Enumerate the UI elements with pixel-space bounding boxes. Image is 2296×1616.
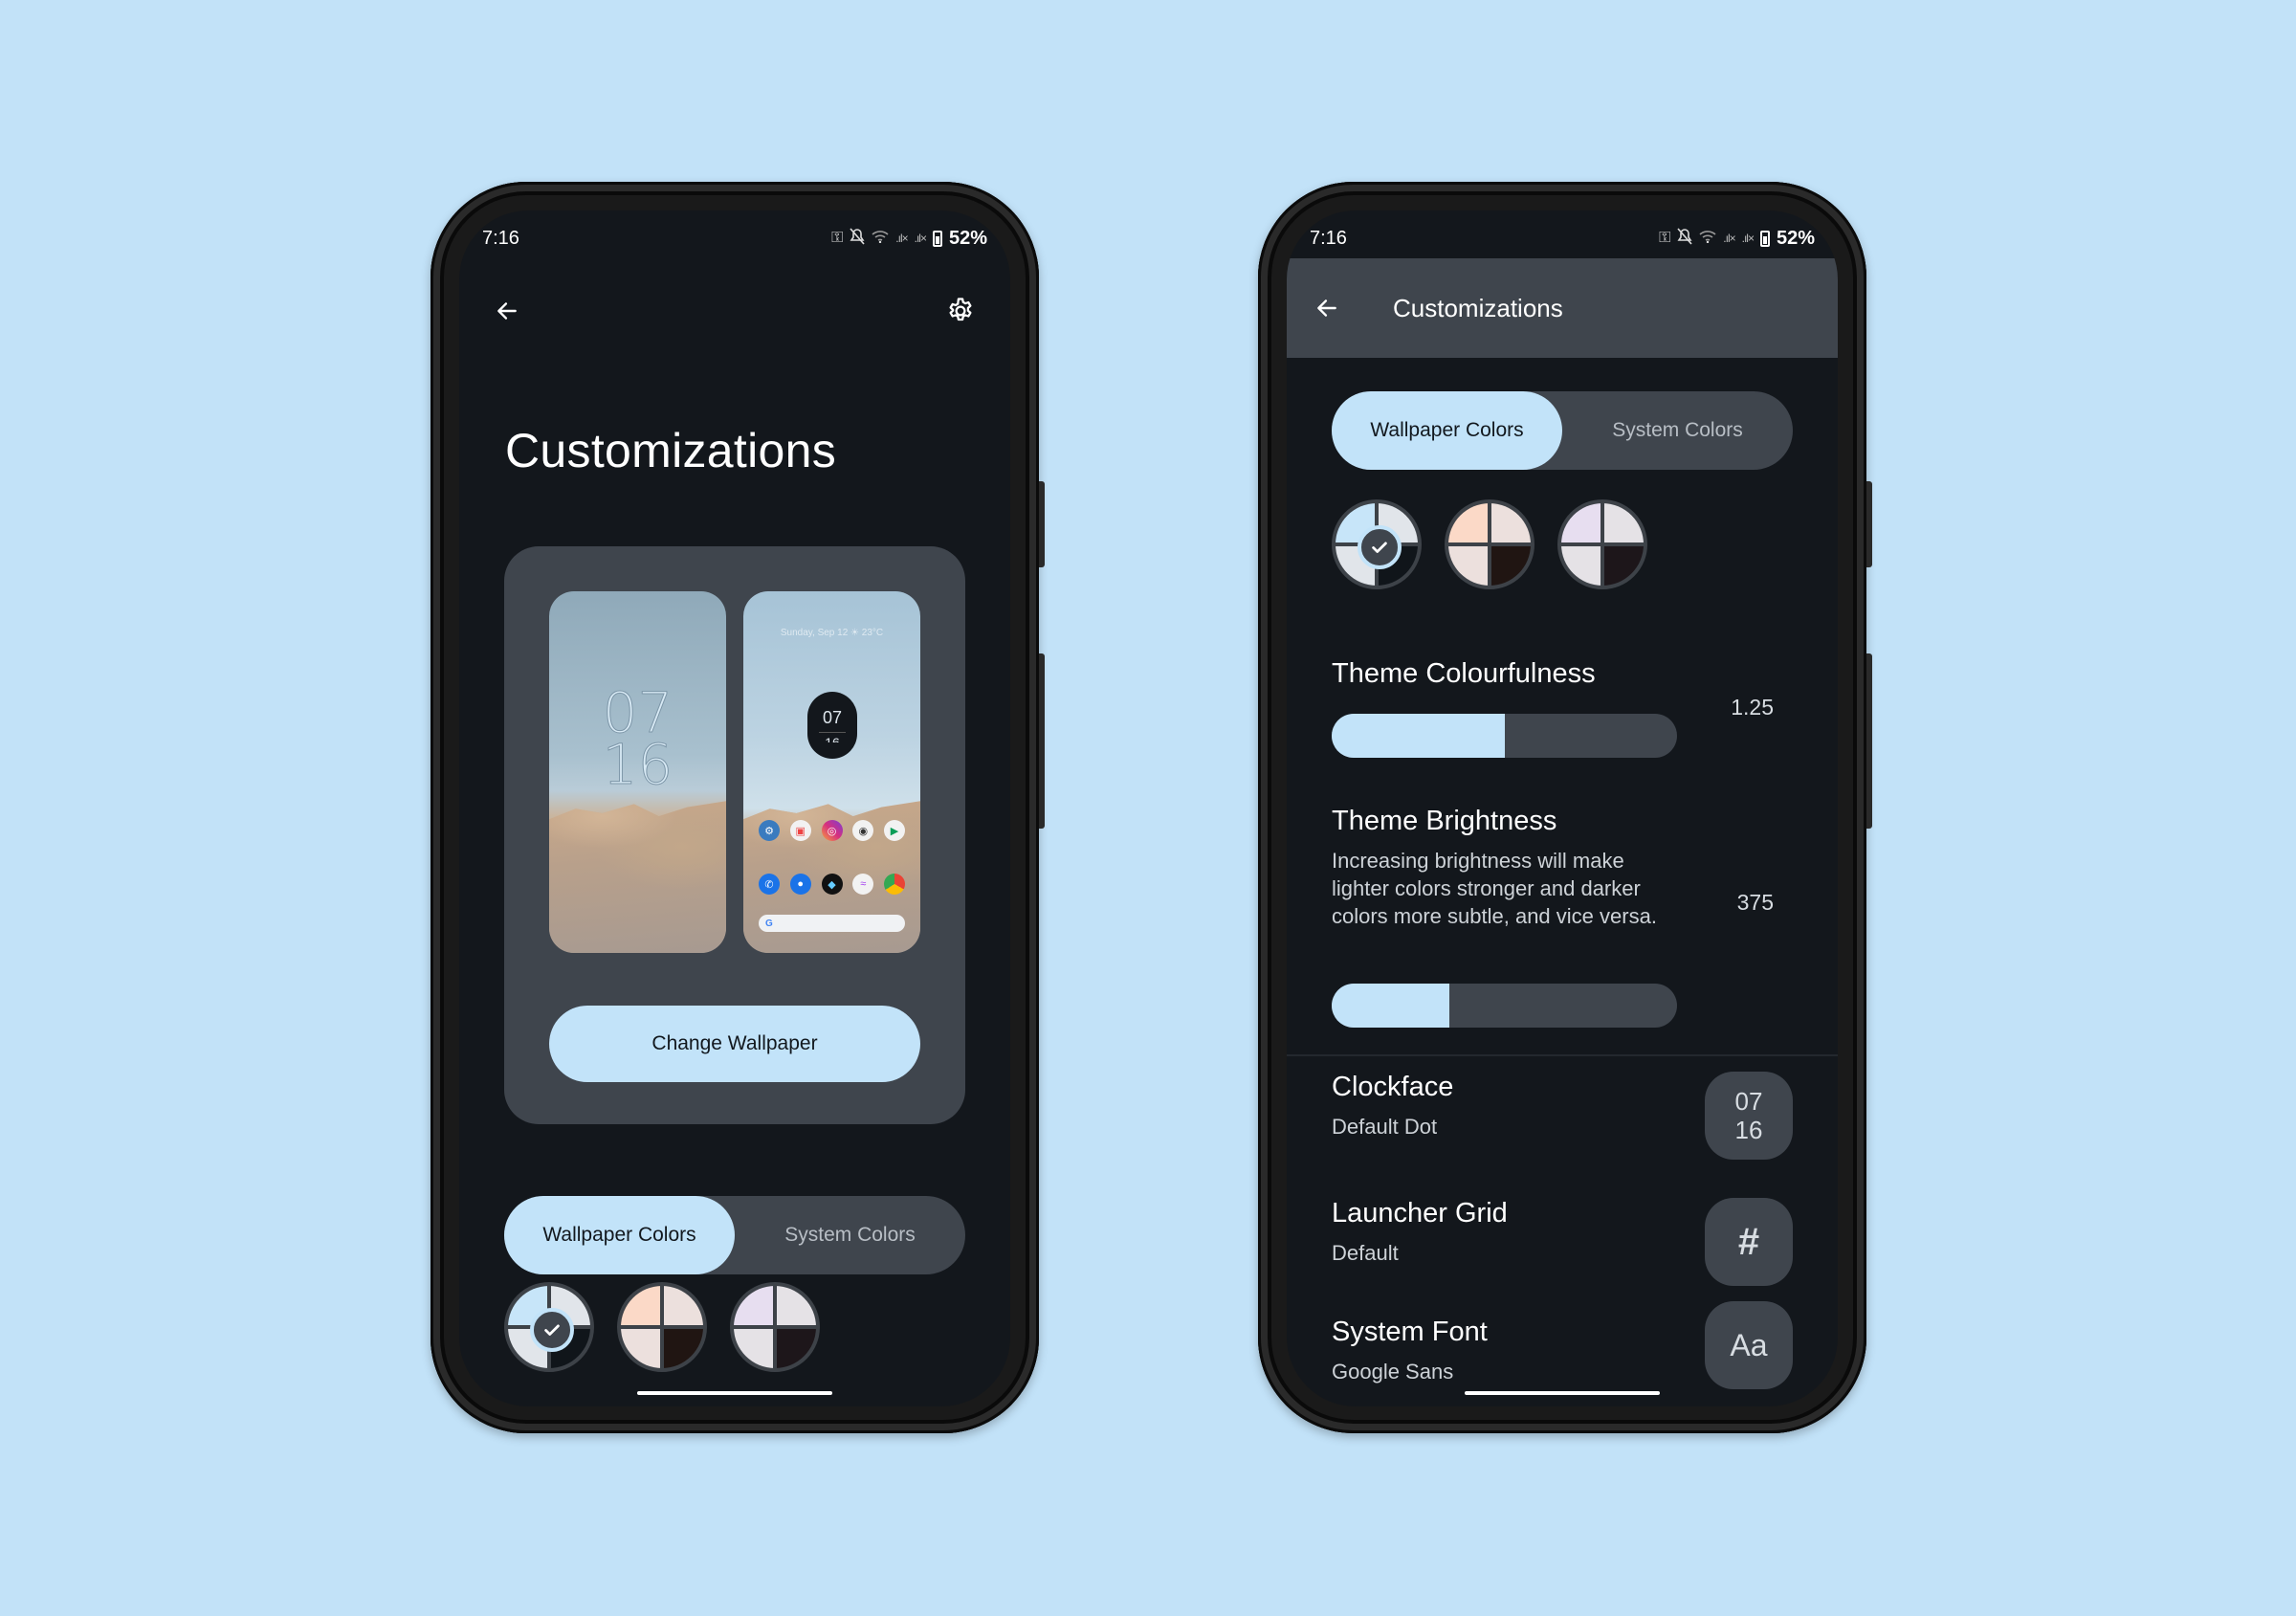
- play-store-app-icon: ▶: [884, 820, 905, 841]
- swatch-blue[interactable]: [504, 1282, 594, 1372]
- cat-app-icon: ◆: [821, 874, 843, 895]
- theme-colourfulness-title: Theme Colourfulness: [1332, 658, 1596, 689]
- swatch-lavender[interactable]: [1557, 499, 1647, 589]
- arrow-back-icon: [1317, 299, 1336, 317]
- theme-brightness-slider[interactable]: [1332, 984, 1677, 1028]
- slider-fill: [1332, 714, 1505, 758]
- signal-x-icon: .ıl×: [1741, 232, 1755, 245]
- gear-icon: [949, 298, 972, 321]
- volume-button: [1039, 653, 1045, 829]
- phone-right: 7:16 ⚿ .ıl× .ıl× 52% Customizations Wall…: [1258, 182, 1872, 1433]
- google-search-bar: G: [759, 915, 905, 932]
- theme-colourfulness-value: 1.25: [1731, 695, 1774, 719]
- app-row: ⚙ ▣ ◎ ◉ ▶: [759, 820, 905, 841]
- list-item-clockface[interactable]: Clockface Default Dot 07 16: [1332, 1072, 1793, 1167]
- list-item-launcher-grid[interactable]: Launcher Grid Default #: [1332, 1198, 1793, 1294]
- clockface-icon: 07 16: [1705, 1072, 1793, 1160]
- wifi-icon: [1699, 230, 1716, 247]
- signal-x-icon: .ıl×: [1723, 232, 1735, 245]
- status-bar: 7:16 ⚿ .ıl× .ıl× 52%: [1287, 210, 1838, 258]
- clockface-hour: 07: [1734, 1087, 1763, 1116]
- page-title: Customizations: [505, 424, 836, 477]
- camera-app-icon: ◉: [852, 820, 874, 841]
- back-button[interactable]: [484, 288, 530, 334]
- swatch-blue[interactable]: [1332, 499, 1422, 589]
- top-bar: [459, 282, 1010, 340]
- theme-brightness-title: Theme Brightness: [1332, 806, 1557, 836]
- theme-brightness-description: Increasing brightness will make lighter …: [1332, 849, 1657, 928]
- notifications-off-icon: [850, 228, 865, 249]
- wallpaper-preview-card: 07 16 Sunday, Sep 12 ☀ 23°C 07 16 ⚙ ▣ ◎ …: [504, 546, 965, 1124]
- divider: [1287, 1054, 1838, 1056]
- power-button: [1039, 481, 1045, 567]
- tab-system-colors[interactable]: System Colors: [735, 1196, 965, 1274]
- homescreen-clock-widget: 07 16: [807, 692, 857, 759]
- chrome-app-icon: [884, 874, 905, 895]
- instagram-app-icon: ◎: [821, 820, 843, 841]
- color-swatches: [504, 1282, 820, 1372]
- check-icon: [1358, 525, 1402, 569]
- signal-x-icon: .ıl×: [914, 232, 927, 245]
- change-wallpaper-button[interactable]: Change Wallpaper: [549, 1006, 920, 1082]
- dock-row: ✆ ● ◆ ≈: [759, 874, 905, 895]
- tab-system-colors[interactable]: System Colors: [1562, 391, 1793, 470]
- theme-colourfulness-setting: Theme Colourfulness 1.25: [1332, 658, 1793, 764]
- notifications-off-icon: [1677, 228, 1692, 249]
- battery-icon: [932, 230, 942, 247]
- arrow-back-icon: [497, 302, 517, 320]
- color-swatches: [1332, 499, 1647, 589]
- status-time: 7:16: [1310, 227, 1347, 249]
- status-time: 7:16: [482, 227, 519, 249]
- battery-icon: [1759, 230, 1770, 247]
- phone-app-icon: ✆: [759, 874, 780, 895]
- gallery-app-icon: ▣: [789, 820, 811, 841]
- theme-brightness-value: 375: [1736, 890, 1774, 915]
- contacts-app-icon: ●: [789, 874, 811, 895]
- wifi-icon: [872, 230, 889, 247]
- at-a-glance-date: Sunday, Sep 12 ☀ 23°C: [780, 628, 884, 638]
- swatch-peach[interactable]: [1445, 499, 1534, 589]
- grid-icon: #: [1705, 1198, 1793, 1286]
- power-button: [1866, 481, 1872, 567]
- font-icon: Aa: [1705, 1301, 1793, 1389]
- vpn-key-icon: ⚿: [1659, 230, 1671, 246]
- volume-button: [1866, 653, 1872, 829]
- battery-percent: 52%: [1776, 227, 1815, 249]
- app-bar-title: Customizations: [1393, 294, 1563, 322]
- screen-customizations-scrolled: 7:16 ⚿ .ıl× .ıl× 52% Customizations Wall…: [1287, 210, 1838, 1406]
- lockscreen-clock: 07 16: [602, 680, 673, 797]
- lockscreen-preview[interactable]: 07 16: [549, 591, 726, 953]
- slider-fill: [1332, 984, 1449, 1028]
- back-button[interactable]: [1304, 285, 1350, 331]
- homescreen-preview[interactable]: Sunday, Sep 12 ☀ 23°C 07 16 ⚙ ▣ ◎ ◉ ▶ ✆ …: [743, 591, 920, 953]
- app-bar: Customizations: [1287, 258, 1838, 358]
- vpn-key-icon: ⚿: [831, 230, 844, 246]
- phone-left: 7:16 ⚿ .ıl× .ıl× 52% Customizations 07 1…: [430, 182, 1045, 1433]
- theme-brightness-setting: Theme Brightness Increasing brightness w…: [1332, 806, 1793, 1054]
- tab-wallpaper-colors[interactable]: Wallpaper Colors: [504, 1196, 735, 1274]
- gesture-nav-bar[interactable]: [1465, 1391, 1660, 1395]
- screen-customizations-home: 7:16 ⚿ .ıl× .ıl× 52% Customizations 07 1…: [459, 210, 1010, 1406]
- status-bar: 7:16 ⚿ .ıl× .ıl× 52%: [459, 210, 1010, 258]
- settings-button[interactable]: [938, 288, 983, 334]
- battery-percent: 52%: [948, 227, 987, 249]
- check-icon: [530, 1308, 574, 1352]
- gesture-nav-bar[interactable]: [637, 1391, 832, 1395]
- wallpaper-image: [549, 801, 726, 953]
- clockface-minute: 16: [1734, 1116, 1763, 1144]
- color-source-toggle: Wallpaper Colors System Colors: [504, 1196, 965, 1274]
- settings-app-icon: ⚙: [759, 820, 780, 841]
- tab-wallpaper-colors[interactable]: Wallpaper Colors: [1332, 391, 1562, 470]
- theme-colourfulness-slider[interactable]: [1332, 714, 1677, 758]
- swatch-peach[interactable]: [617, 1282, 707, 1372]
- messenger-app-icon: ≈: [852, 874, 874, 895]
- color-source-toggle: Wallpaper Colors System Colors: [1332, 391, 1793, 470]
- swatch-lavender[interactable]: [730, 1282, 820, 1372]
- signal-x-icon: .ıl×: [895, 232, 908, 245]
